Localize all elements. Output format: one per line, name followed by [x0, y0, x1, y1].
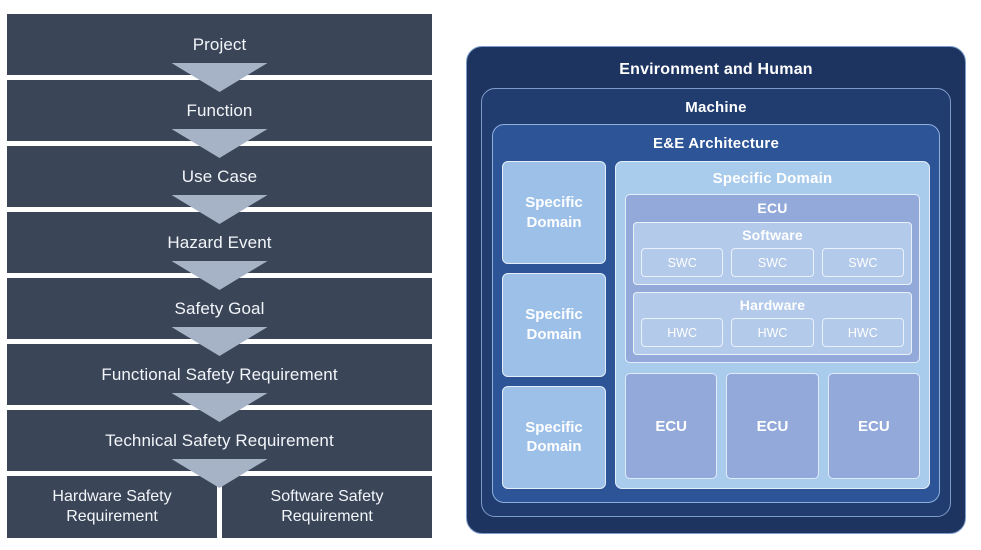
software-block: Software SWC SWC SWC: [633, 222, 912, 285]
ecu-summary-row: ECU ECU ECU: [625, 373, 920, 479]
layer-environment-title: Environment and Human: [619, 61, 813, 78]
flow-step-label: Safety Goal: [174, 298, 265, 318]
hwc-chip: HWC: [641, 318, 724, 347]
hwc-chip: HWC: [731, 318, 814, 347]
layer-eea-title: E&E Architecture: [652, 135, 779, 152]
flow-step-function: Function: [7, 80, 432, 141]
specific-domain-line2: Domain: [526, 325, 582, 343]
ecu-box: ECU: [827, 373, 920, 479]
layer-machine-title: Machine: [685, 99, 747, 116]
ecu-detail-title: ECU: [757, 200, 788, 216]
specific-domain-column: Specific Domain Specific Domain Specific…: [502, 161, 606, 489]
ecu-box: ECU: [625, 373, 718, 479]
specific-domain-box: Specific Domain: [502, 273, 606, 377]
flow-leaf-line2: Requirement: [66, 508, 158, 525]
flow-step-hazard-event: Hazard Event: [7, 212, 432, 273]
swc-row: SWC SWC SWC: [641, 248, 904, 277]
swc-chip: SWC: [641, 248, 724, 277]
specific-domain-main: Specific Domain ECU Software SWC SWC SWC: [615, 161, 930, 489]
flow-step-use-case: Use Case: [7, 146, 432, 207]
specific-domain-label: Specific Domain: [525, 418, 583, 457]
specific-domain-label: Specific Domain: [525, 193, 583, 232]
flow-leaf-software-safety-requirement: Software Safety Requirement: [222, 476, 432, 538]
flow-leaf-row: Hardware Safety Requirement Software Saf…: [7, 476, 432, 538]
flow-step-project: Project: [7, 14, 432, 75]
flow-step-technical-safety-requirement: Technical Safety Requirement: [7, 410, 432, 471]
specific-domain-line2: Domain: [526, 438, 582, 456]
hwc-row: HWC HWC HWC: [641, 318, 904, 347]
flow-step-label: Hazard Event: [167, 232, 272, 252]
ecu-detail-box: ECU Software SWC SWC SWC Hardware HWC HW…: [625, 194, 920, 363]
eea-body: Specific Domain Specific Domain Specific…: [502, 161, 930, 489]
flow-leaf-hardware-safety-requirement: Hardware Safety Requirement: [7, 476, 217, 538]
layer-machine: Machine E&E Architecture Specific Domain: [481, 88, 951, 517]
flow-step-label: Function: [186, 100, 253, 120]
eea-architecture-diagram: Environment and Human Machine E&E Archit…: [466, 46, 966, 534]
flow-step-label: Project: [192, 34, 247, 54]
flow-step-label: Use Case: [181, 166, 258, 186]
specific-domain-line1: Specific: [525, 418, 583, 436]
layer-eea-architecture: E&E Architecture Specific Domain Specifi…: [492, 124, 940, 503]
specific-domain-line2: Domain: [526, 213, 582, 231]
flow-step-label: Functional Safety Requirement: [101, 364, 338, 384]
specific-domain-box: Specific Domain: [502, 385, 606, 489]
flow-leaf-line2: Requirement: [281, 508, 373, 525]
ecu-box: ECU: [726, 373, 819, 479]
safety-requirement-flow: Project Function Use Case Hazard Event S…: [7, 14, 432, 539]
flow-leaf-line1: Software Safety: [270, 487, 384, 505]
hardware-title: Hardware: [739, 297, 806, 313]
specific-domain-label: Specific Domain: [525, 305, 583, 344]
swc-chip: SWC: [731, 248, 814, 277]
flow-leaf-label: Software Safety Requirement: [271, 487, 384, 528]
software-title: Software: [742, 227, 803, 243]
flow-leaf-label: Hardware Safety Requirement: [52, 487, 171, 528]
hwc-chip: HWC: [821, 318, 904, 347]
flow-leaf-line1: Hardware Safety: [52, 487, 172, 505]
hardware-block: Hardware HWC HWC HWC: [633, 292, 912, 355]
specific-domain-line1: Specific: [525, 306, 583, 324]
flow-step-safety-goal: Safety Goal: [7, 278, 432, 339]
swc-chip: SWC: [821, 248, 904, 277]
flow-step-functional-safety-requirement: Functional Safety Requirement: [7, 344, 432, 405]
flow-step-label: Technical Safety Requirement: [105, 430, 334, 450]
specific-domain-main-title: Specific Domain: [712, 170, 833, 187]
specific-domain-line1: Specific: [525, 194, 583, 212]
specific-domain-box: Specific Domain: [502, 161, 606, 265]
layer-environment-and-human: Environment and Human Machine E&E Archit…: [466, 46, 966, 534]
